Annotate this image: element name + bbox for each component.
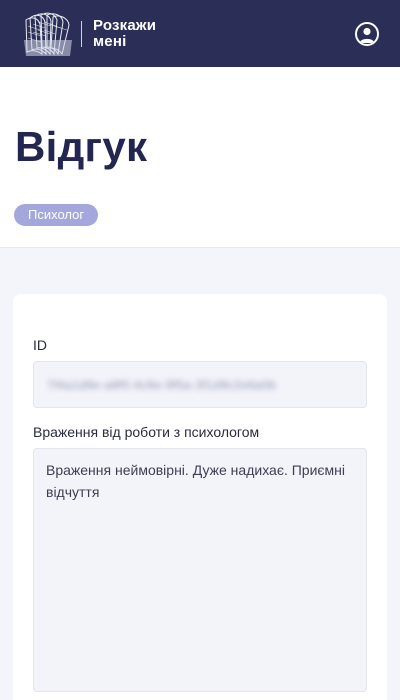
id-field[interactable]: 7f4a1d9e-a8f0-4c6e-9f5a-3f1d9c2e6a0b [33, 361, 367, 408]
feedback-label: Враження від роботи з психологом [33, 424, 260, 440]
feedback-textarea[interactable]: Враження неймовірні. Дуже надихає. Приєм… [33, 448, 367, 692]
app-header: Розкажи мені [0, 0, 400, 67]
profile-button[interactable] [355, 22, 379, 46]
brand-logo[interactable]: Розкажи мені [22, 0, 156, 67]
book-pages-logo-icon [24, 12, 72, 56]
page-title: Відгук [15, 123, 148, 170]
brand-name: Розкажи мені [93, 16, 157, 50]
id-value: 7f4a1d9e-a8f0-4c6e-9f5a-3f1d9c2e6a0b [47, 377, 277, 392]
id-label: ID [33, 337, 47, 353]
feedback-card: ID 7f4a1d9e-a8f0-4c6e-9f5a-3f1d9c2e6a0b … [13, 294, 387, 700]
brand-name-line1: Розкажи [93, 16, 157, 34]
role-badge: Психолог [14, 204, 99, 226]
content-area: ID 7f4a1d9e-a8f0-4c6e-9f5a-3f1d9c2e6a0b … [0, 248, 400, 700]
title-section: Відгук Психолог [0, 67, 400, 248]
logo-divider [81, 20, 82, 47]
user-circle-icon [359, 27, 375, 43]
brand-name-line2: мені [93, 32, 127, 50]
